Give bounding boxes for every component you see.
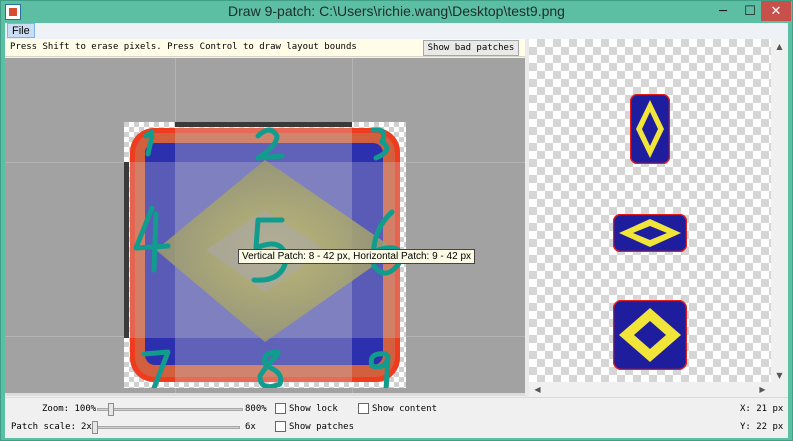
patch-tooltip: Vertical Patch: 8 - 42 px, Horizontal Pa…: [238, 249, 476, 264]
preview-pane[interactable]: [529, 39, 788, 382]
preview-horizontal-scrollbar[interactable]: ◀ ▶: [529, 382, 771, 397]
patch-scale-slider-thumb[interactable]: [92, 421, 98, 434]
show-patches-checkbox[interactable]: [275, 421, 286, 432]
show-bad-patches-button[interactable]: Show bad patches: [423, 40, 519, 56]
menu-bar: File: [5, 23, 788, 39]
editor-scrollbar[interactable]: [5, 393, 525, 396]
zoom-slider-thumb[interactable]: [108, 403, 114, 416]
window-title: Draw 9-patch: C:\Users\richie.wang\Deskt…: [228, 3, 565, 19]
show-content-checkbox[interactable]: [358, 403, 369, 414]
status-bar: Zoom: 100% 800% Patch scale: 2x 6x Show …: [5, 397, 788, 438]
y-coordinate-readout: Y: 22 px: [740, 422, 784, 432]
patch-scale-min-label: 2x: [81, 422, 92, 432]
scroll-right-icon[interactable]: ▶: [754, 382, 771, 396]
zoom-slider[interactable]: [97, 403, 243, 416]
stretch-marker-left: [124, 162, 129, 338]
hint-bar: Press Shift to erase pixels. Press Contr…: [5, 39, 525, 57]
zoom-slider-track: [97, 408, 243, 411]
scroll-left-icon[interactable]: ◀: [529, 382, 546, 396]
patch-editor-canvas[interactable]: Vertical Patch: 8 - 42 px, Horizontal Pa…: [5, 58, 525, 393]
patch-scale-label: Patch scale:: [11, 422, 77, 432]
client-area: File Press Shift to erase pixels. Press …: [5, 23, 788, 438]
minimize-button[interactable]: ─: [709, 1, 737, 21]
zoom-label: Zoom: 100%: [42, 404, 97, 414]
zoom-max-label: 800%: [245, 404, 267, 414]
scroll-down-icon[interactable]: ▼: [771, 368, 788, 382]
show-lock-checkbox[interactable]: [275, 403, 286, 414]
app-window: Draw 9-patch: C:\Users\richie.wang\Deskt…: [0, 0, 793, 441]
close-button[interactable]: ✕: [761, 1, 791, 21]
maximize-button[interactable]: ☐: [736, 1, 764, 21]
x-coordinate-readout: X: 21 px: [740, 404, 784, 414]
preview-vertical-scrollbar[interactable]: ▲ ▼: [771, 39, 788, 382]
stretch-marker-top: [175, 122, 352, 127]
preview-large: [613, 300, 687, 370]
patch-scale-max-label: 6x: [245, 422, 256, 432]
show-lock-label: Show lock: [289, 404, 338, 414]
menu-file[interactable]: File: [7, 23, 35, 38]
preview-tall: [630, 94, 670, 164]
scroll-up-icon[interactable]: ▲: [771, 39, 788, 53]
hint-text: Press Shift to erase pixels. Press Contr…: [10, 42, 357, 52]
show-content-label: Show content: [372, 404, 438, 414]
preview-wide: [613, 214, 687, 252]
patch-scale-slider[interactable]: [92, 421, 240, 434]
show-patches-label: Show patches: [289, 422, 355, 432]
patch-scale-slider-track: [92, 426, 240, 429]
title-bar[interactable]: Draw 9-patch: C:\Users\richie.wang\Deskt…: [1, 1, 792, 23]
